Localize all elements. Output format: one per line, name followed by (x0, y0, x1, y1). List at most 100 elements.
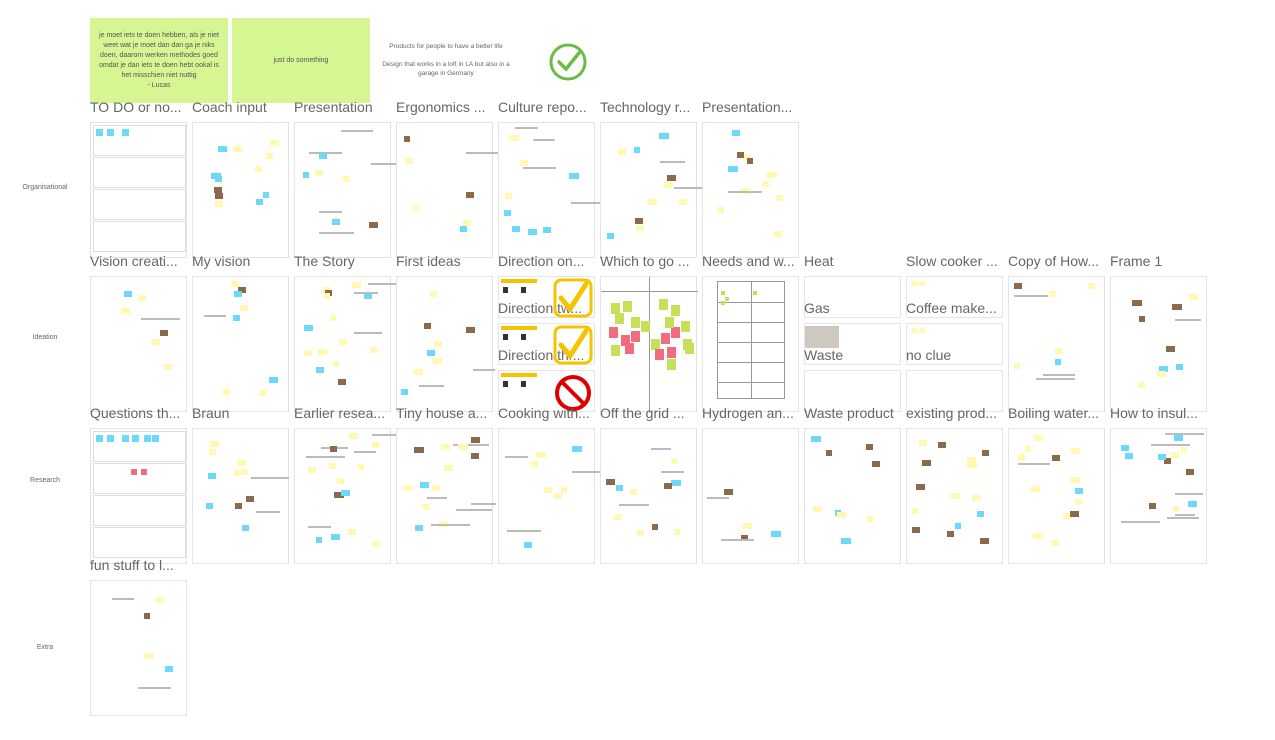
frame-title[interactable]: Earlier resea... (294, 405, 393, 421)
frame[interactable] (600, 122, 710, 258)
frame[interactable] (90, 122, 187, 258)
frame[interactable] (192, 428, 290, 564)
sticky-note (256, 511, 281, 514)
sticky-note (652, 524, 659, 531)
sticky-note (234, 502, 243, 509)
frame-title[interactable]: Cooking with... (498, 405, 597, 421)
frame-title[interactable]: Boiling water... (1008, 405, 1107, 421)
frame[interactable] (90, 276, 187, 412)
sticky-note (1189, 293, 1199, 300)
sub-frame (93, 157, 186, 188)
sticky-note-just-do[interactable]: just do something (232, 18, 370, 103)
divider (601, 291, 698, 292)
frame-title[interactable]: Slow cooker ... (906, 253, 1005, 269)
frame-title[interactable]: My vision (192, 253, 291, 269)
frame[interactable] (1110, 276, 1207, 412)
sticky-note (1158, 454, 1166, 461)
sticky-note (753, 291, 757, 295)
frame-title[interactable]: Hydrogen an... (702, 405, 801, 421)
frame-title[interactable]: Presentation... (702, 99, 801, 115)
frame-title[interactable]: Frame 1 (1110, 253, 1209, 269)
frame-title[interactable]: Technology r... (600, 99, 699, 115)
sticky-note (457, 443, 468, 450)
frame-title[interactable]: Copy of How... (1008, 253, 1107, 269)
frame[interactable] (702, 122, 799, 258)
frame-title[interactable]: Needs and w... (702, 253, 801, 269)
sticky-note (872, 460, 881, 467)
sticky-note (911, 507, 919, 514)
frame-title[interactable]: Vision creati... (90, 253, 189, 269)
frame[interactable] (702, 428, 799, 564)
frame-title[interactable]: TO DO or no... (90, 99, 189, 115)
sticky-note (328, 462, 336, 469)
sub-frame-title: Coffee make... (906, 300, 997, 316)
frame[interactable] (804, 428, 901, 564)
sticky-note (401, 388, 409, 395)
frame[interactable] (396, 428, 497, 564)
sticky-note (203, 314, 226, 317)
frame[interactable] (192, 276, 289, 412)
frame[interactable] (1008, 276, 1105, 412)
sticky-note (269, 377, 278, 384)
sticky-note (650, 448, 672, 451)
frame[interactable] (90, 428, 187, 564)
text-block-mission[interactable]: Products for people to have a better lif… (376, 42, 516, 78)
frame[interactable] (294, 122, 404, 258)
frame[interactable] (906, 428, 1003, 564)
sticky-note (306, 456, 345, 459)
frame[interactable] (90, 580, 187, 716)
frame-title[interactable]: How to insul... (1110, 405, 1209, 421)
frame-title[interactable]: Waste product (804, 405, 903, 421)
photo (805, 326, 839, 348)
frame-title[interactable]: Culture repo... (498, 99, 597, 115)
sticky-note (402, 484, 412, 491)
frame[interactable] (1110, 428, 1207, 564)
frame-title[interactable]: Ergonomics ... (396, 99, 495, 115)
frame[interactable] (600, 428, 697, 564)
frame-title[interactable]: The Story (294, 253, 393, 269)
sticky-note (150, 339, 161, 345)
sticky-note (1121, 521, 1160, 524)
frame[interactable] (192, 122, 289, 258)
sticky-note (96, 435, 103, 442)
sticky-note (337, 478, 344, 485)
sticky-note (1033, 435, 1044, 442)
frame[interactable] (396, 122, 500, 258)
frame-title[interactable]: Heat (804, 253, 903, 269)
sticky-note-quote[interactable]: je moet iets te doen hebben, als je niet… (90, 18, 228, 103)
frame[interactable] (498, 122, 601, 258)
frame-title[interactable]: Coach input (192, 99, 291, 115)
sticky-note (214, 193, 223, 200)
frame-title[interactable]: Braun (192, 405, 291, 421)
frame-title[interactable]: Off the grid ... (600, 405, 699, 421)
frame[interactable] (702, 276, 799, 412)
sticky-note (619, 503, 650, 506)
sticky-note (609, 327, 618, 338)
sub-frame (93, 189, 186, 220)
frame[interactable] (498, 428, 607, 564)
frame-title[interactable]: Direction on... (498, 253, 597, 269)
sticky-note (938, 442, 947, 449)
sticky-note (233, 291, 243, 298)
sticky-note (504, 456, 528, 459)
frame[interactable] (396, 276, 496, 412)
sticky-note (470, 436, 480, 443)
frame-title[interactable]: existing prod... (906, 405, 1005, 421)
sticky-note (543, 486, 553, 493)
sticky-note (470, 503, 497, 506)
sticky-note (721, 291, 725, 295)
sticky-note (143, 652, 154, 659)
frame[interactable] (294, 428, 407, 564)
frame[interactable] (294, 276, 399, 412)
frame-title[interactable]: Questions th... (90, 405, 189, 421)
frame-title[interactable]: fun stuff to l... (90, 557, 189, 573)
frame[interactable] (600, 276, 698, 413)
frame-title[interactable]: Presentation (294, 99, 393, 115)
sticky-note (140, 317, 180, 320)
frame-title[interactable]: Tiny house a... (396, 405, 495, 421)
sticky-note (413, 368, 423, 375)
frame[interactable] (1008, 428, 1105, 564)
frame-title[interactable]: First ideas (396, 253, 495, 269)
frame-title[interactable]: Which to go ... (600, 253, 699, 269)
sticky-note (433, 358, 443, 365)
